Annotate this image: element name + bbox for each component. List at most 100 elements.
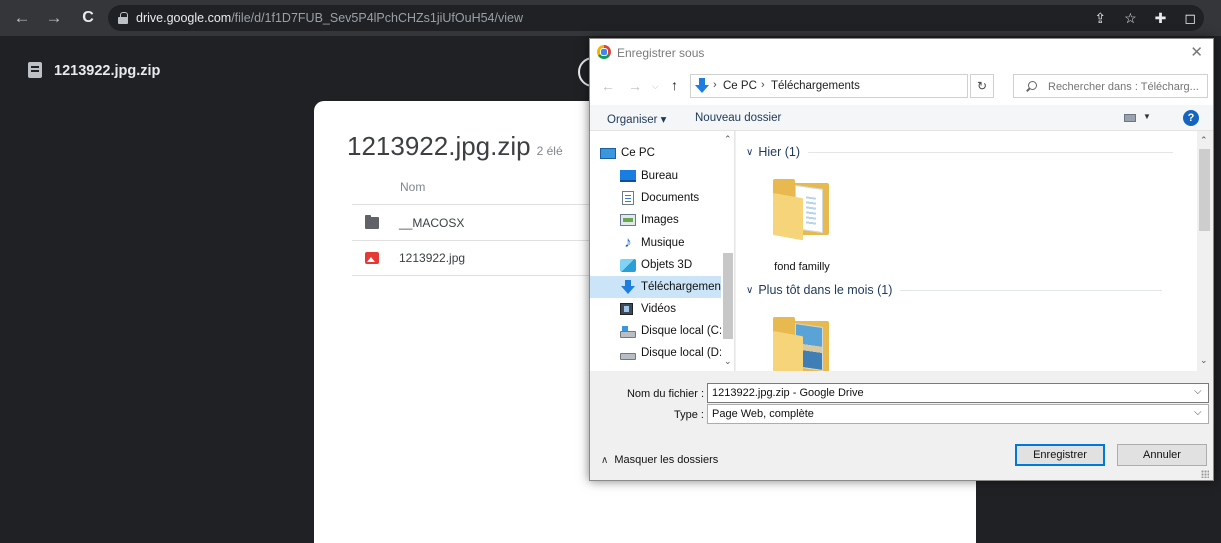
file-item-name[interactable]: fond familly	[764, 261, 840, 273]
folder-icon	[365, 214, 379, 229]
nav-item-label: Disque local (C:)	[641, 325, 726, 337]
scroll-down-icon[interactable]: ⌄	[1200, 355, 1208, 366]
chevron-down-icon[interactable]: ∨	[746, 285, 753, 296]
breadcrumb[interactable]: › Ce PC › Téléchargements ⌵	[690, 74, 1057, 98]
pc-icon	[600, 147, 616, 159]
videos-icon	[620, 303, 633, 315]
nav-scroll-thumb[interactable]	[723, 253, 733, 339]
resize-grip[interactable]	[1201, 470, 1209, 478]
browser-toolbar: ← → C drive.google.com/file/d/1f1D7FUB_S…	[0, 0, 1221, 36]
download-icon	[695, 78, 709, 94]
nav-item-bureau[interactable]: Bureau	[590, 165, 721, 187]
type-select-value: Page Web, complète	[712, 408, 814, 420]
scroll-up-icon[interactable]: ⌃	[1200, 135, 1208, 146]
group-divider	[900, 289, 1163, 291]
nav-item-disque-c[interactable]: Disque local (C:)	[590, 320, 726, 342]
nav-item-label: Disque local (D:)	[641, 347, 726, 359]
view-options-icon[interactable]	[1124, 114, 1136, 122]
file-list-scroll-thumb[interactable]	[1199, 149, 1210, 231]
chevron-up-icon: ∧	[601, 454, 609, 466]
nav-item-label: Images	[641, 214, 679, 226]
search-box[interactable]	[1013, 74, 1208, 98]
nav-item-musique[interactable]: ♪ Musique	[590, 232, 721, 254]
chevron-down-icon[interactable]: ∨	[746, 147, 753, 158]
filename-input[interactable]	[707, 383, 1209, 403]
breadcrumb-separator-icon[interactable]: ›	[713, 79, 717, 91]
url-text[interactable]: drive.google.com/file/d/1f1D7FUB_Sev5P4l…	[136, 11, 523, 25]
group-divider	[808, 151, 1173, 153]
search-input[interactable]	[1048, 79, 1206, 94]
drive-d-icon	[620, 352, 636, 360]
chevron-down-icon[interactable]: ⌵	[1194, 407, 1202, 418]
chrome-logo-icon	[597, 45, 611, 59]
drive-c-icon	[620, 325, 636, 338]
scroll-up-icon[interactable]: ⌃	[724, 134, 732, 145]
column-header-name[interactable]: Nom	[400, 180, 425, 194]
nav-item-videos[interactable]: Vidéos	[590, 298, 721, 320]
forward-arrow-icon[interactable]: →	[40, 4, 68, 32]
address-bar[interactable]: drive.google.com/file/d/1f1D7FUB_Sev5P4l…	[108, 5, 1204, 31]
lock-icon[interactable]	[118, 12, 128, 24]
save-button[interactable]: Enregistrer	[1015, 444, 1105, 466]
nav-item-images[interactable]: Images	[590, 209, 721, 231]
refresh-icon[interactable]: ↻	[970, 74, 994, 98]
breadcrumb-item[interactable]: Ce PC	[723, 80, 757, 92]
zip-entry-name: __MACOSX	[399, 215, 465, 230]
up-arrow-icon[interactable]: ↑	[671, 77, 678, 93]
new-folder-button[interactable]: Nouveau dossier	[695, 112, 781, 124]
nav-item-disque-d[interactable]: Disque local (D:)	[590, 342, 726, 364]
dialog-address-row: ← → ⌵ ↑ › Ce PC › Téléchargements ⌵ ↻	[590, 67, 1213, 105]
url-host: drive.google.com	[136, 11, 232, 25]
nav-item-documents[interactable]: Documents	[590, 187, 721, 209]
desktop-icon	[620, 170, 636, 182]
nav-item-label: Objets 3D	[641, 259, 693, 271]
help-icon[interactable]: ?	[1183, 110, 1199, 126]
breadcrumb-item[interactable]: Téléchargements	[771, 80, 860, 92]
breadcrumb-separator-icon[interactable]: ›	[761, 79, 765, 91]
nav-item-label: Vidéos	[641, 303, 676, 315]
zip-title-text: 1213922.jpg.zip	[347, 131, 531, 161]
group-header-plus-tot[interactable]: ∨ Plus tôt dans le mois (1)	[746, 282, 1163, 298]
hide-folders-toggle[interactable]: ∧ Masquer les dossiers	[601, 454, 718, 466]
navigation-pane: Ce PC Bureau Documents Images ♪ Musique …	[590, 131, 735, 371]
documents-icon	[622, 191, 634, 205]
cancel-button[interactable]: Annuler	[1117, 444, 1207, 466]
toolbar-actions: ⇪ ☆ ✚ ◻	[1094, 5, 1204, 31]
nav-item-telechargements[interactable]: Téléchargements	[590, 276, 730, 298]
nav-item-objets-3d[interactable]: Objets 3D	[590, 254, 721, 276]
recent-locations-chevron-icon[interactable]: ⌵	[652, 81, 659, 92]
group-label: Plus tôt dans le mois (1)	[758, 283, 893, 297]
nav-item-label: Ce PC	[621, 147, 655, 159]
nav-item-label: Musique	[641, 237, 685, 249]
nav-item-label: Téléchargements	[641, 281, 730, 293]
folder-icon[interactable]	[773, 315, 829, 371]
group-header-hier[interactable]: ∨ Hier (1)	[746, 144, 1173, 160]
group-label: Hier (1)	[758, 145, 800, 159]
scroll-down-icon[interactable]: ⌄	[724, 356, 732, 367]
nav-item-label: Bureau	[641, 170, 679, 182]
type-label: Type :	[674, 409, 704, 421]
organize-menu[interactable]: Organiser ▾	[607, 112, 666, 126]
nav-item-ce-pc[interactable]: Ce PC	[590, 142, 721, 164]
reload-icon[interactable]: C	[74, 4, 102, 32]
forward-arrow-icon[interactable]: →	[628, 78, 642, 94]
close-icon[interactable]: ✕	[1190, 43, 1203, 61]
extensions-puzzle-icon[interactable]: ✚	[1155, 10, 1167, 27]
save-as-dialog: Enregistrer sous ✕ ← → ⌵ ↑ › Ce PC › Tél…	[589, 38, 1214, 481]
chevron-down-icon[interactable]: ⌵	[1194, 386, 1202, 397]
back-arrow-icon[interactable]: ←	[8, 4, 36, 32]
dialog-title: Enregistrer sous	[617, 46, 705, 60]
file-list-pane: ∨ Hier (1) fond familly ∨ Plus tôt dans …	[736, 131, 1199, 371]
bookmark-star-icon[interactable]: ☆	[1124, 10, 1137, 27]
folder-icon[interactable]	[773, 177, 829, 241]
back-arrow-icon[interactable]: ←	[601, 78, 615, 94]
view-dropdown-icon[interactable]: ▼	[1143, 112, 1151, 121]
pictures-icon	[620, 214, 636, 226]
share-icon[interactable]: ⇪	[1094, 10, 1106, 27]
zip-entry-name: 1213922.jpg	[399, 251, 466, 265]
window-icon[interactable]: ◻	[1184, 10, 1196, 27]
3d-objects-icon	[620, 258, 636, 272]
type-select[interactable]: Page Web, complète	[707, 404, 1209, 424]
music-icon: ♪	[624, 234, 632, 251]
dialog-titlebar[interactable]: Enregistrer sous ✕	[590, 39, 1213, 67]
